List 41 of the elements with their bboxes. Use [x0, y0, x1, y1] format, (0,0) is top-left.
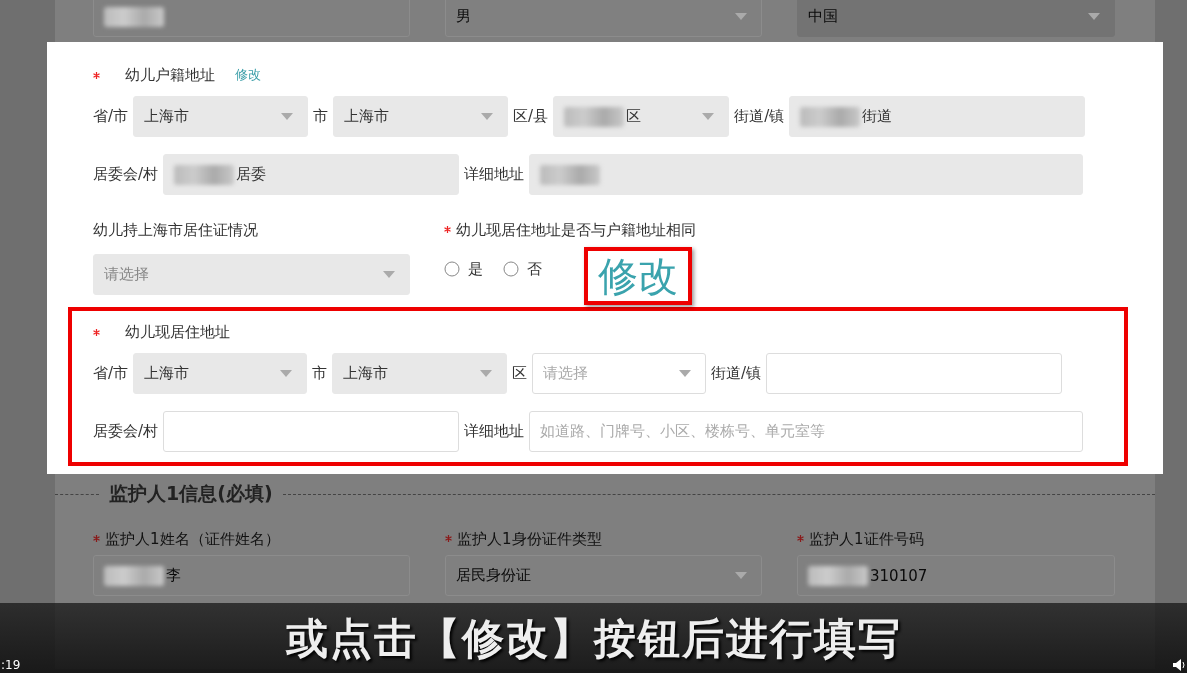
subtitle-text: 或点击【修改】按钮后进行填写 — [285, 613, 902, 665]
speaker-icon[interactable] — [1173, 659, 1187, 671]
caret-icon — [702, 113, 715, 120]
caret-icon — [481, 113, 494, 120]
field-label: 省/市 — [93, 364, 129, 383]
caret-icon — [383, 271, 395, 278]
field-label: 居委会/村 — [93, 165, 159, 184]
field-label: 市 — [312, 364, 328, 383]
field-label: 详细地址 — [464, 422, 525, 441]
caret-icon — [1088, 13, 1100, 20]
field-label: 幼儿持上海市居住证情况 — [93, 221, 259, 240]
field-label: 区/县 — [513, 107, 549, 126]
field-label: 监护人1身份证件类型 — [457, 530, 602, 548]
caret-icon — [735, 572, 747, 579]
caret-icon — [480, 370, 493, 377]
field-label: 幼儿现居住地址是否与户籍地址相同 — [456, 221, 696, 239]
field-label: 市 — [313, 107, 329, 126]
field-label: 监护人1证件号码 — [809, 530, 924, 548]
field-label: 街道/镇 — [734, 107, 785, 126]
caret-icon — [280, 370, 293, 377]
section-title: 幼儿户籍地址 — [125, 65, 215, 85]
input-field[interactable]: 310107 — [797, 555, 1115, 596]
input-field[interactable]: 李 — [93, 555, 410, 596]
section-title: 监护人1信息(必填) — [109, 481, 273, 506]
field-label: 街道/镇 — [711, 364, 762, 383]
field-label: 区 — [512, 364, 528, 383]
field-label: 居委会/村 — [93, 422, 159, 441]
caret-icon — [281, 113, 294, 120]
radio-option[interactable]: 否 — [503, 259, 542, 279]
caret-icon — [735, 13, 747, 20]
field-label: 详细地址 — [464, 165, 525, 184]
dropdown[interactable]: 男 — [445, 0, 762, 37]
section-title: 幼儿现居住地址 — [125, 322, 230, 342]
field-label: 省/市 — [93, 107, 129, 126]
callout-label: 修改 — [584, 247, 692, 305]
radio-option[interactable]: 是 — [444, 259, 483, 279]
field-label: 监护人1姓名（证件姓名） — [105, 530, 280, 548]
input-field[interactable] — [93, 0, 410, 37]
dropdown[interactable]: 居民身份证 — [445, 555, 762, 596]
caret-icon — [679, 370, 692, 377]
timestamp: :19 — [1, 658, 21, 672]
